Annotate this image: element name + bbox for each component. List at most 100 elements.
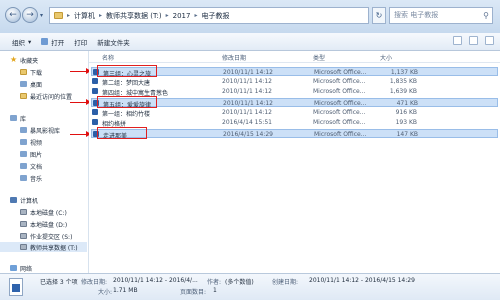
view-controls: [453, 36, 494, 45]
column-type[interactable]: 类型: [313, 53, 325, 62]
breadcrumb-separator-icon: ▸: [194, 12, 198, 19]
file-type: Microsoft Office...: [314, 131, 367, 138]
file-size: 193 KB: [395, 119, 417, 126]
open-button[interactable]: 打开: [41, 37, 64, 47]
preview-pane-icon[interactable]: [469, 36, 478, 45]
nav-item-label: 音乐: [30, 175, 43, 183]
recent-places-icon: [20, 93, 27, 99]
file-date: 2010/11/1 14:12: [222, 88, 272, 95]
library-icon: [10, 115, 17, 121]
word-doc-icon: [92, 109, 98, 115]
created-value: 2010/11/1 14:12 - 2016/4/15 14:29: [309, 277, 415, 284]
nav-item-label: 视频: [30, 139, 43, 147]
nav-item-drive-t[interactable]: 教师共享数据 (T:): [0, 242, 87, 252]
nav-item-downloads[interactable]: 下载: [20, 67, 42, 77]
breadcrumb-separator-icon: ▸: [67, 12, 71, 19]
chevron-down-icon: ▾: [28, 37, 32, 46]
file-size: 916 KB: [395, 109, 417, 116]
file-row[interactable]: 相约格拼 2016/4/14 15:51 Microsoft Office...…: [91, 118, 498, 128]
command-bar: 组织 ▾ 打开 打印 新建文件夹: [0, 33, 500, 51]
nav-item-drive-c[interactable]: 本地磁盘 (C:): [20, 207, 67, 217]
refresh-button[interactable]: ↻: [372, 7, 386, 24]
nav-favorites[interactable]: ★ 收藏夹: [10, 55, 38, 65]
breadcrumb-drive[interactable]: 教师共享数据 (T:): [106, 11, 162, 21]
column-size[interactable]: 大小: [380, 53, 392, 62]
drive-icon: [20, 209, 27, 215]
file-type: Microsoft Office...: [314, 100, 367, 107]
music-icon: [20, 175, 27, 181]
annotation-box: [97, 96, 157, 108]
annotation-arrow: [70, 68, 91, 74]
selection-count: 已选择 3 个项: [40, 279, 78, 286]
column-name[interactable]: 名称: [102, 53, 114, 62]
nav-network[interactable]: 网络: [10, 263, 32, 273]
file-date: 2016/4/14 15:51: [222, 119, 272, 126]
column-date[interactable]: 修改日期: [222, 53, 246, 62]
annotation-box: [97, 127, 147, 139]
size-value: 1.71 MB: [113, 287, 138, 294]
print-button[interactable]: 打印: [74, 37, 87, 47]
organize-button[interactable]: 组织 ▾: [12, 37, 31, 47]
view-options-icon[interactable]: [453, 36, 462, 45]
file-date: 2010/11/1 14:12: [222, 109, 272, 116]
picture-icon: [20, 151, 27, 157]
nav-item-label: 暴风影视库: [30, 127, 61, 135]
file-date: 2010/11/1 14:12: [223, 100, 273, 107]
folder-icon: [20, 69, 27, 75]
authors-value: (多个数值): [225, 279, 254, 286]
breadcrumb-separator-icon: ▸: [99, 12, 103, 19]
file-size: 471 KB: [396, 100, 418, 107]
nav-item-videos[interactable]: 视频: [20, 137, 42, 147]
nav-item-label: 本地磁盘 (C:): [30, 209, 67, 217]
back-button[interactable]: ←: [5, 7, 21, 23]
file-row[interactable]: 第一组：相约竹楼 2010/11/1 14:12 Microsoft Offic…: [91, 108, 498, 118]
nav-item-recent-places[interactable]: 最近访问的位置: [20, 91, 72, 101]
file-type: Microsoft Office...: [313, 88, 366, 95]
file-size: 1,639 KB: [389, 88, 417, 95]
new-folder-button[interactable]: 新建文件夹: [97, 37, 130, 47]
address-bar[interactable]: ▸ 计算机 ▸ 教师共享数据 (T:) ▸ 2017 ▸ 电子教报: [49, 7, 369, 24]
nav-item-desktop[interactable]: 桌面: [20, 79, 42, 89]
computer-icon: [10, 197, 17, 203]
nav-item-label: 图片: [30, 151, 43, 159]
drive-icon: [20, 221, 27, 227]
address-toolbar: ← → ▾ ▸ 计算机 ▸ 教师共享数据 (T:) ▸ 2017 ▸ 电子教报 …: [0, 0, 500, 34]
word-icon: [41, 38, 49, 45]
nav-computer[interactable]: 计算机: [10, 195, 38, 205]
file-type: Microsoft Office...: [313, 78, 366, 85]
file-type: Microsoft Office...: [314, 69, 367, 76]
size-label: 大小:: [98, 289, 113, 296]
file-list: 名称 修改日期 类型 大小 第三组：心灵之旅 2010/11/1 14:12 M…: [89, 51, 500, 273]
star-icon: ★: [10, 55, 18, 64]
nav-item-pictures[interactable]: 图片: [20, 149, 42, 159]
file-name: 第一组：相约竹楼: [102, 111, 151, 118]
nav-item-drive-s[interactable]: 作业提交区 (S:): [20, 231, 72, 241]
nav-item-documents[interactable]: 文档: [20, 161, 42, 171]
file-name: 第二组：梦回大唐: [102, 80, 151, 87]
word-doc-icon: [92, 88, 98, 94]
breadcrumb-current[interactable]: 电子教报: [201, 11, 229, 21]
nav-item-music[interactable]: 音乐: [20, 173, 42, 183]
search-input[interactable]: 搜索 电子教报 ⚲: [389, 7, 493, 24]
recent-pages-dropdown-icon[interactable]: ▾: [40, 12, 43, 19]
file-row[interactable]: 走进那美 2016/4/15 14:29 Microsoft Office...…: [91, 129, 498, 140]
file-row[interactable]: 第四组：城中寓生青葱色 2010/11/1 14:12 Microsoft Of…: [91, 87, 498, 97]
breadcrumb-computer[interactable]: 计算机: [74, 11, 95, 21]
nav-item-label: 作业提交区 (S:): [30, 233, 73, 241]
file-row[interactable]: 第二组：梦回大唐 2010/11/1 14:12 Microsoft Offic…: [91, 77, 498, 87]
file-type: Microsoft Office...: [313, 119, 366, 126]
annotation-arrow: [70, 131, 91, 137]
network-icon: [10, 265, 17, 271]
file-size: 1,137 KB: [390, 69, 418, 76]
nav-item-drive-d[interactable]: 本地磁盘 (D:): [20, 219, 67, 229]
network-drive-icon: [20, 244, 27, 250]
annotation-box: [97, 65, 157, 77]
forward-button[interactable]: →: [22, 7, 38, 23]
nav-libraries[interactable]: 库: [10, 113, 26, 123]
pages-label: 页面数目:: [180, 289, 207, 296]
nav-item-baofeng[interactable]: 暴风影视库: [20, 125, 60, 135]
help-icon[interactable]: [485, 36, 494, 45]
annotation-arrow: [70, 99, 91, 105]
pages-value: 1: [213, 287, 217, 294]
breadcrumb-year[interactable]: 2017: [173, 12, 191, 20]
